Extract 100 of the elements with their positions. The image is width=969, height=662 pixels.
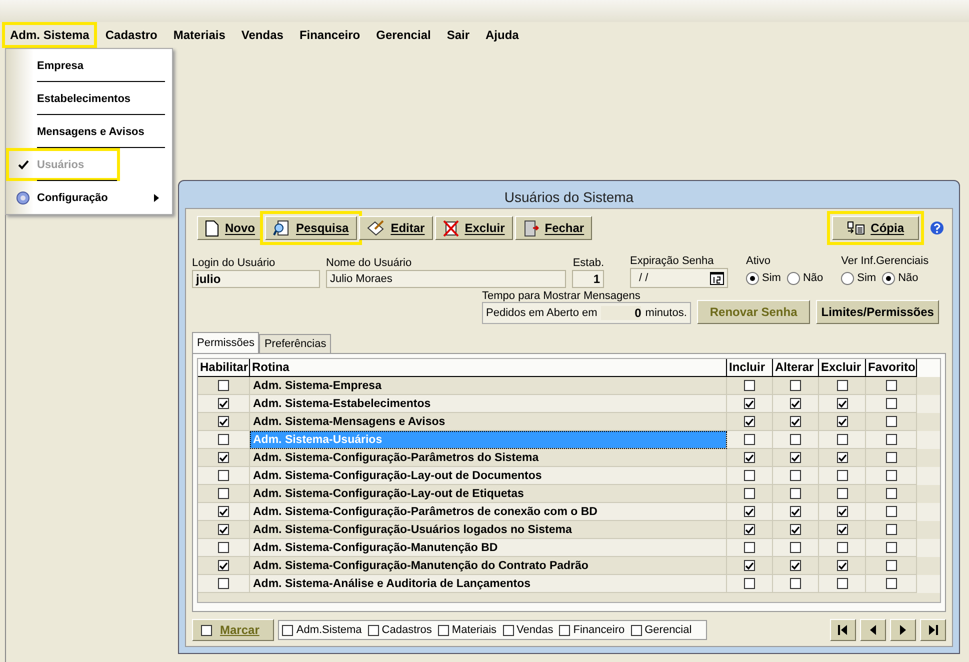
checkbox[interactable]: [836, 380, 848, 391]
filter-checkbox[interactable]: Cadastros: [368, 624, 432, 636]
checkbox[interactable]: [886, 488, 896, 499]
checkbox[interactable]: [218, 416, 229, 427]
toolbar-button[interactable]: Fechar: [514, 216, 592, 240]
checkbox[interactable]: [218, 380, 229, 391]
checkbox[interactable]: [836, 488, 848, 499]
checkbox[interactable]: [790, 488, 801, 499]
checkbox[interactable]: [886, 452, 896, 463]
checkbox[interactable]: [744, 560, 755, 571]
checkbox[interactable]: [744, 398, 755, 409]
checkbox[interactable]: [886, 524, 896, 535]
checkbox[interactable]: [744, 578, 755, 589]
checkbox[interactable]: [886, 380, 896, 391]
help-icon[interactable]: [930, 221, 944, 235]
radio-button[interactable]: Sim: [746, 272, 781, 284]
menu-item[interactable]: Financeiro: [291, 22, 368, 48]
checkbox[interactable]: [790, 398, 801, 409]
calendar-icon[interactable]: [710, 272, 724, 284]
radio-button[interactable]: Não: [882, 272, 918, 284]
checkbox[interactable]: [744, 380, 755, 391]
menu-item[interactable]: Vendas: [233, 22, 292, 48]
filter-checkbox[interactable]: Vendas: [502, 624, 554, 636]
checkbox[interactable]: [836, 542, 848, 553]
menu-item[interactable]: Adm. Sistema: [2, 22, 98, 48]
menu-item[interactable]: Configuração: [6, 181, 168, 214]
next-button[interactable]: [890, 619, 916, 641]
menu-item[interactable]: Materiais: [165, 22, 234, 48]
filter-checkbox[interactable]: Financeiro: [559, 624, 625, 636]
checkbox[interactable]: [790, 506, 801, 517]
checkbox[interactable]: [218, 542, 229, 553]
checkbox[interactable]: [836, 452, 848, 463]
menu-item[interactable]: Mensagens e Avisos: [6, 115, 168, 148]
checkbox[interactable]: [836, 506, 848, 517]
menu-item[interactable]: Gerencial: [368, 22, 439, 48]
radio-button[interactable]: Sim: [841, 272, 876, 284]
checkbox[interactable]: [790, 470, 801, 481]
tab[interactable]: Preferências: [259, 334, 332, 353]
mark-button[interactable]: Marcar: [192, 619, 274, 641]
checkbox[interactable]: [744, 452, 755, 463]
menu-item[interactable]: Empresa: [6, 49, 168, 82]
menu-item[interactable]: Estabelecimentos: [6, 82, 168, 115]
checkbox[interactable]: [744, 434, 755, 445]
previous-button[interactable]: [860, 619, 886, 641]
menu-item[interactable]: Sair: [438, 22, 478, 48]
checkbox[interactable]: [744, 542, 755, 553]
menu-item[interactable]: Ajuda: [478, 22, 527, 48]
filter-checkbox[interactable]: Adm.Sistema: [282, 624, 362, 636]
checkbox[interactable]: [836, 416, 848, 427]
toolbar-button[interactable]: Pesquisa: [265, 216, 357, 240]
checkbox[interactable]: [218, 488, 229, 499]
checkbox[interactable]: [836, 398, 848, 409]
checkbox[interactable]: [790, 416, 801, 427]
checkbox[interactable]: [790, 380, 801, 391]
checkbox[interactable]: [744, 488, 755, 499]
checkbox[interactable]: [790, 434, 801, 445]
checkbox[interactable]: [886, 470, 896, 481]
checkbox[interactable]: [886, 398, 896, 409]
toolbar-button[interactable]: Excluir: [434, 216, 513, 240]
checkbox[interactable]: [836, 434, 848, 445]
input-field[interactable]: 0: [601, 306, 642, 320]
copy-button[interactable]: Cópia: [832, 216, 919, 240]
first-record-button[interactable]: [830, 619, 856, 641]
checkbox[interactable]: [218, 470, 229, 481]
checkbox[interactable]: [218, 578, 229, 589]
checkbox[interactable]: [744, 470, 755, 481]
checkbox[interactable]: [836, 578, 848, 589]
checkbox[interactable]: [886, 434, 896, 445]
checkbox[interactable]: [886, 578, 896, 589]
checkbox[interactable]: [218, 398, 229, 409]
toolbar-button[interactable]: Editar: [358, 216, 433, 240]
checkbox[interactable]: [744, 506, 755, 517]
checkbox[interactable]: [218, 506, 229, 517]
checkbox[interactable]: [836, 470, 848, 481]
input-field[interactable]: 1: [572, 270, 604, 288]
input-field[interactable]: julio: [192, 270, 320, 288]
checkbox[interactable]: [744, 416, 755, 427]
checkbox[interactable]: [886, 560, 896, 571]
checkbox[interactable]: [790, 524, 801, 535]
filter-checkbox[interactable]: Gerencial: [630, 624, 692, 636]
menu-item[interactable]: Cadastro: [97, 22, 166, 48]
checkbox[interactable]: [836, 560, 848, 571]
checkbox[interactable]: [744, 524, 755, 535]
checkbox[interactable]: [886, 416, 896, 427]
checkbox[interactable]: [836, 524, 848, 535]
checkbox[interactable]: [218, 524, 229, 535]
date-field[interactable]: / /: [630, 268, 728, 288]
toolbar-button[interactable]: Novo: [197, 216, 263, 240]
checkbox[interactable]: [886, 542, 896, 553]
checkbox[interactable]: [218, 560, 229, 571]
permissions-button[interactable]: Limites/Permissões: [816, 300, 939, 324]
checkbox[interactable]: [790, 560, 801, 571]
tab[interactable]: Permissões: [192, 332, 260, 353]
checkbox[interactable]: [790, 452, 801, 463]
checkbox[interactable]: [790, 578, 801, 589]
checkbox[interactable]: [218, 452, 229, 463]
radio-button[interactable]: Não: [786, 272, 824, 284]
checkbox[interactable]: [218, 434, 229, 445]
checkbox[interactable]: [790, 542, 801, 553]
last-record-button[interactable]: [920, 619, 946, 641]
